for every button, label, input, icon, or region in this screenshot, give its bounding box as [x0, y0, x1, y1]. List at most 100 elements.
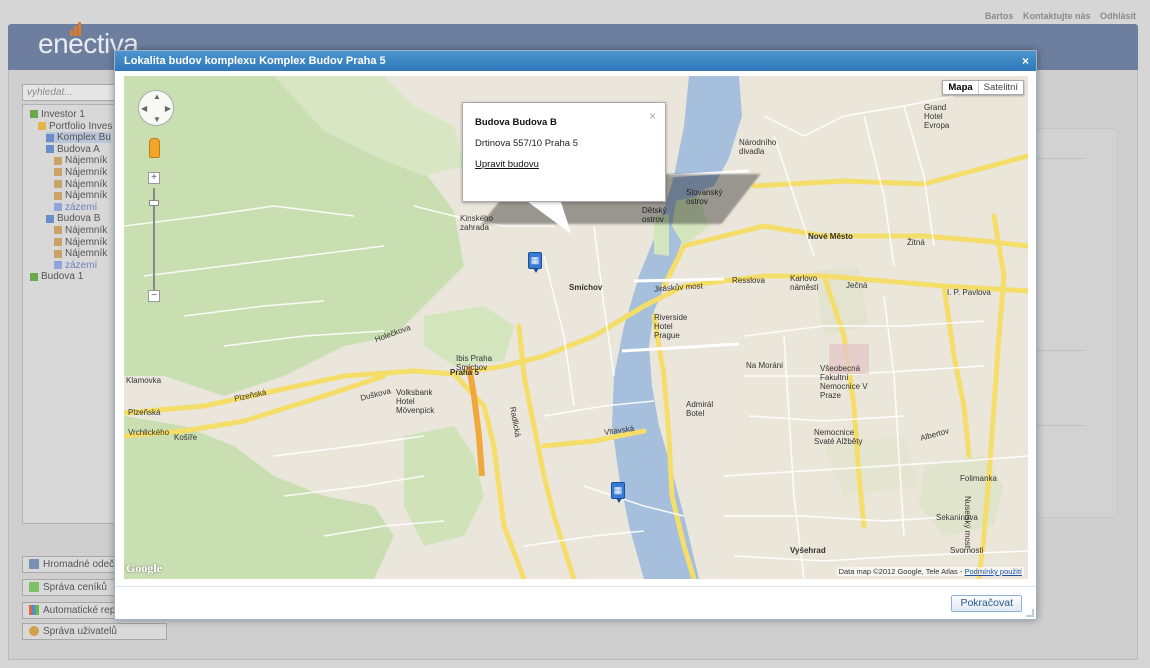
zoom-in-button[interactable]: +: [148, 172, 160, 184]
google-logo[interactable]: Google: [126, 561, 162, 576]
tree-node[interactable]: Portfolio Inves: [38, 121, 112, 132]
location-modal: Lokalita budov komplexu Komplex Budov Pr…: [114, 50, 1037, 620]
modal-titlebar[interactable]: Lokalita budov komplexu Komplex Budov Pr…: [115, 51, 1036, 71]
info-close-icon[interactable]: ×: [649, 109, 656, 123]
wrench-icon: [54, 261, 62, 270]
tree-node[interactable]: zázemí: [54, 260, 97, 271]
tree-node-label: Budova A: [57, 143, 100, 155]
map-label-ip-pavlova: I. P. Pavlova: [947, 288, 991, 297]
wrench-icon: [54, 203, 62, 212]
tree-node[interactable]: Budova 1: [30, 271, 83, 282]
map-label-nuselsky: Nuselský most: [963, 496, 972, 549]
google-map[interactable]: Smíchov Praha 5 Nové Město Kinského zahr…: [124, 76, 1028, 579]
tree-node[interactable]: Budova B: [46, 213, 100, 224]
building-icon: [46, 214, 54, 223]
map-label-nove-mesto: Nové Město: [808, 232, 853, 241]
pan-right-icon[interactable]: ▶: [165, 104, 171, 113]
tree-node[interactable]: Nájemník: [54, 179, 107, 190]
pan-control[interactable]: ▲ ▼ ◀ ▶: [138, 90, 174, 126]
info-window: × Budova Budova B Drtinova 557/10 Praha …: [462, 102, 666, 202]
tree-node-label: Nájemník: [65, 248, 108, 260]
tree-node[interactable]: Nájemník: [54, 248, 107, 259]
tree-node[interactable]: Investor 1: [30, 109, 85, 120]
tree-node[interactable]: Nájemník: [54, 237, 107, 248]
map-label-smichov: Smíchov: [569, 283, 603, 292]
close-icon[interactable]: ×: [1022, 54, 1029, 68]
tree-node-label: Nájemník: [65, 225, 108, 236]
zoom-slider-handle[interactable]: [149, 200, 159, 206]
map-label-na-morani: Na Moráni: [746, 361, 783, 370]
building-marker-a[interactable]: ▦: [611, 482, 625, 503]
tenant-icon: [54, 168, 62, 177]
tree-node[interactable]: Nájemník: [54, 190, 107, 201]
tree-node[interactable]: Nájemník: [54, 225, 107, 236]
map-copyright: Data map ©2012 Google, Tele Atlas -: [838, 567, 963, 576]
map-attribution: Data map ©2012 Google, Tele Atlas - Podm…: [836, 567, 1024, 576]
pan-left-icon[interactable]: ◀: [141, 104, 147, 113]
map-label-nemocnice-alzbety: Nemocnice Svaté Alžběty: [814, 428, 863, 446]
map-label-narodni-divadlo: Národního divadla: [739, 138, 777, 156]
tenant-icon: [54, 249, 62, 258]
tree-node-label: Nájemník: [65, 178, 108, 190]
map-label-riverside: Riverside Hotel Prague: [654, 313, 688, 340]
bulk-readings-label: Hromadné odečty: [43, 559, 122, 570]
map-label-vysehrad: Vyšehrad: [790, 546, 826, 555]
building-icon: [46, 145, 54, 154]
map-label-klamovka: Klamovka: [126, 376, 162, 385]
contact-link[interactable]: Kontaktujte nás: [1023, 11, 1091, 21]
edit-building-link[interactable]: Upravit budovu: [475, 159, 653, 170]
map-label-folimanka: Folimanka: [960, 474, 997, 483]
auto-reports-label: Automatické repor: [43, 605, 125, 616]
divider: [1036, 350, 1086, 351]
logout-link[interactable]: Odhlásit: [1100, 11, 1136, 21]
price-tag-icon: [29, 582, 39, 593]
tenant-icon: [54, 179, 62, 188]
divider: [1036, 425, 1086, 426]
terms-of-use-link[interactable]: Podmínky použití: [964, 567, 1022, 576]
user-management-button[interactable]: Správa uživatelů: [22, 623, 167, 640]
tree-node-label: Investor 1: [41, 109, 85, 120]
building-icon: [38, 121, 46, 130]
map-label-kosire: Košíře: [174, 433, 198, 442]
top-links: Bartos Kontaktujte nás Odhlásit: [978, 11, 1136, 21]
user-management-label: Správa uživatelů: [43, 626, 117, 637]
map-label-plzenska-west: Plzeňská: [128, 408, 161, 417]
tenant-icon: [54, 191, 62, 200]
tree-node-label: zázemí: [65, 201, 98, 213]
tree-node[interactable]: Komplex Bu: [46, 132, 111, 144]
continue-button[interactable]: Pokračovat: [951, 595, 1022, 612]
tree-node[interactable]: Nájemník: [54, 167, 107, 178]
pan-up-icon[interactable]: ▲: [153, 92, 161, 101]
map-label-vrchlickeho: Vrchlického: [128, 428, 170, 437]
resize-handle[interactable]: [1026, 609, 1034, 617]
modal-footer: Pokračovat: [115, 586, 1036, 619]
map-label-resslova: Resslova: [732, 276, 765, 285]
tree-node-label: zázemí: [65, 259, 98, 271]
report-chart-icon: [29, 605, 39, 616]
tree-node-label: Nájemník: [65, 155, 108, 167]
tenant-icon: [54, 156, 62, 165]
pan-down-icon[interactable]: ▼: [153, 115, 161, 124]
building-marker-b[interactable]: ▦: [528, 252, 542, 273]
tree-node[interactable]: Nájemník: [54, 155, 107, 166]
map-type-control: Mapa Satelitní: [942, 80, 1024, 95]
user-link[interactable]: Bartos: [985, 11, 1014, 21]
map-type-satellite-button[interactable]: Satelitní: [979, 81, 1023, 94]
building-icon: [30, 272, 38, 281]
tree-node-label: Komplex Bu: [57, 132, 111, 144]
street-view-pegman-icon[interactable]: [149, 138, 160, 158]
tree-search-input[interactable]: vyhledat...: [22, 84, 122, 101]
building-icon: [30, 110, 38, 119]
zoom-out-button[interactable]: −: [148, 290, 160, 302]
tenant-icon: [54, 237, 62, 246]
tenant-icon: [54, 226, 62, 235]
tree-node[interactable]: zázemí: [54, 202, 97, 213]
map-label-volksbank: Volksbank Hotel Mövenpick: [396, 388, 435, 415]
map-label-jecna: Ječná: [846, 281, 868, 290]
map-label-admiral: Admirál Botel: [686, 400, 714, 418]
map-type-map-button[interactable]: Mapa: [943, 81, 979, 94]
divider: [1036, 158, 1086, 159]
info-address: Drtinova 557/10 Praha 5: [475, 138, 578, 149]
map-label-sekaninova: Sekaninova: [936, 513, 978, 522]
tree-node[interactable]: Budova A: [46, 144, 100, 155]
